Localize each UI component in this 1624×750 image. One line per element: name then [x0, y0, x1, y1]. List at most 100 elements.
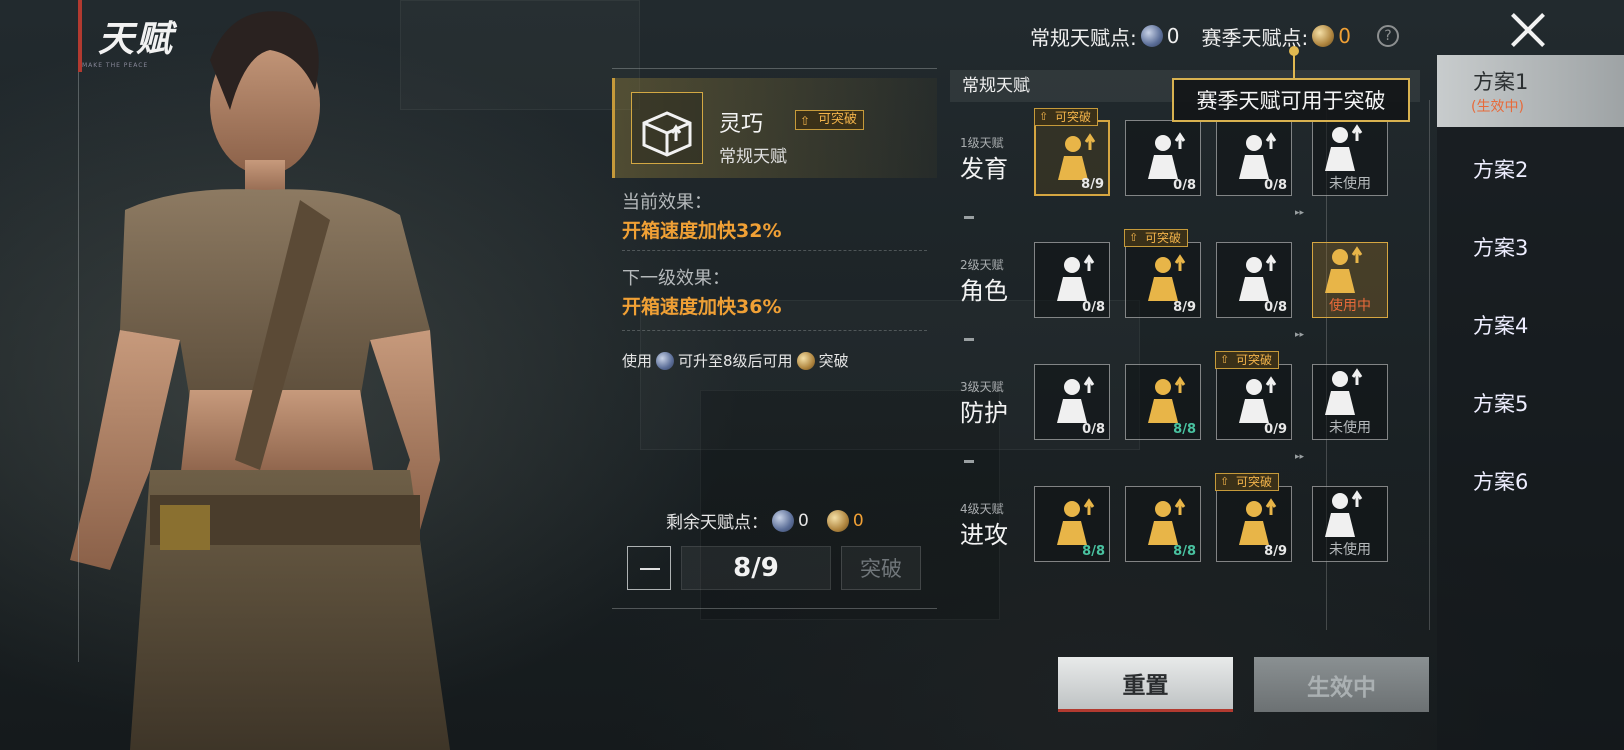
row-connector: [964, 330, 1304, 342]
talent-slot[interactable]: ⇧ 可突破 8/9: [1034, 108, 1110, 196]
talent-slot[interactable]: ⇧ 可突破 8/9: [1124, 229, 1201, 318]
row-name: 发育: [960, 155, 1008, 183]
slot-status: 未使用: [1329, 420, 1371, 436]
talent-slot[interactable]: 0/8: [1034, 364, 1110, 440]
season-points-value: 0: [1338, 24, 1351, 48]
talent-slot[interactable]: 8/8: [1125, 364, 1201, 440]
next-effect-label: 下一级效果：: [622, 268, 730, 289]
slot-count: 0/8: [1173, 178, 1196, 193]
season-coin-icon: [796, 351, 815, 370]
plan-tab-2[interactable]: 方案2: [1437, 133, 1624, 205]
breakable-tag: ⇧ 可突破: [1124, 229, 1189, 247]
remaining-label: 剩余天赋点：: [666, 513, 768, 533]
reset-button[interactable]: 重置: [1058, 657, 1233, 712]
breakable-tag: ⇧ 可突破: [1215, 473, 1280, 491]
usage-suffix: 突破: [818, 352, 849, 370]
usage-mid: 可升至8级后可用: [678, 352, 793, 370]
slot-count: 8/8: [1173, 544, 1196, 559]
plan-status: (生效中): [1471, 99, 1524, 115]
frame-line: [78, 72, 80, 662]
plan-tab-6[interactable]: 方案6: [1437, 445, 1624, 517]
slot-count: 8/9: [1081, 177, 1104, 192]
row-label: 3级天赋 防护: [960, 378, 1008, 428]
breakable-tag: ⇧ 可突破: [1215, 351, 1280, 369]
talent-row: 1级天赋 发育 ⇧ 可突破 8/9 0/8 0/8 未使用: [950, 108, 1420, 224]
slot-count: 8/9: [1173, 300, 1196, 315]
frame-line: [612, 68, 937, 69]
talent-row: 4级天赋 进攻 8/8 8/8 ⇧ 可突破 8/9 未使用: [950, 473, 1420, 590]
remaining-regular: 0: [798, 510, 809, 531]
current-effect-value: 开箱速度加快32%: [622, 220, 782, 242]
regular-points-label: 常规天赋点:: [1030, 25, 1137, 50]
slot-count: 0/9: [1264, 422, 1287, 437]
plan-tab-3[interactable]: 方案3: [1437, 211, 1624, 283]
divider: [622, 250, 927, 251]
plan-tab-5[interactable]: 方案5: [1437, 367, 1624, 439]
up-arrow-icon: ⇧: [1129, 231, 1139, 244]
breakable-tag-label: 可突破: [1145, 231, 1182, 245]
talent-points-bar: 常规天赋点: 0 赛季天赋点: 0 ?: [1030, 18, 1399, 54]
talent-slot[interactable]: 0/8: [1216, 242, 1292, 318]
talent-row: 2级天赋 角色 0/8 ⇧ 可突破 8/9 0/8 使用中: [950, 229, 1420, 346]
special-talent-slot[interactable]: 使用中: [1312, 242, 1388, 318]
remaining-points: 剩余天赋点： 0 0: [666, 508, 864, 533]
talent-name: 灵巧: [719, 112, 764, 137]
regular-coin-icon: [772, 509, 794, 532]
next-effect-value: 开箱速度加快36%: [622, 296, 782, 318]
special-talent-slot[interactable]: 未使用: [1312, 364, 1388, 440]
regular-coin-icon: [656, 351, 675, 370]
plan-tab-4[interactable]: 方案4: [1437, 289, 1624, 361]
season-coin-icon: [826, 509, 849, 532]
slot-count: 0/8: [1082, 422, 1105, 437]
current-effect-label: 当前效果：: [622, 192, 712, 213]
up-arrow-icon: ⇧: [1220, 475, 1230, 488]
level-value: 8/9: [681, 546, 831, 590]
plan-label: 方案2: [1473, 158, 1529, 182]
plan-label: 方案1: [1473, 70, 1529, 94]
talent-detail-panel: 灵巧 ⇧ 可突破 常规天赋 当前效果： 开箱速度加快32% 下一级效果： 开箱速…: [612, 68, 937, 609]
talent-slot[interactable]: 8/8: [1034, 486, 1110, 562]
row-name: 进攻: [960, 521, 1008, 549]
special-talent-slot[interactable]: 未使用: [1312, 486, 1388, 562]
close-icon[interactable]: [1508, 10, 1548, 50]
page-title: 天赋: [98, 19, 175, 60]
talent-slot[interactable]: 8/8: [1125, 486, 1201, 562]
up-arrow-icon: ⇧: [1220, 353, 1230, 366]
slot-count: 8/8: [1082, 544, 1105, 559]
up-arrow-icon: ⇧: [800, 114, 811, 128]
plan-label: 方案5: [1473, 392, 1529, 416]
talent-slot[interactable]: 0/8: [1125, 120, 1201, 196]
breakable-tag-label: 可突破: [1236, 353, 1273, 367]
talent-slot[interactable]: ⇧ 可突破 8/9: [1215, 473, 1292, 562]
row-connector: [964, 452, 1304, 464]
talent-type: 常规天赋: [719, 147, 787, 167]
slot-count: 0/8: [1264, 178, 1287, 193]
breakable-tag: ⇧ 可突破: [1034, 108, 1099, 126]
talent-slot[interactable]: 0/8: [1034, 242, 1110, 318]
plan-tab-1[interactable]: 方案1 (生效中): [1437, 55, 1624, 127]
talent-screen: 天赋 MAKE THE PEACE 常规天赋点: 0 赛季天赋点: 0 ? 方案…: [0, 0, 1624, 750]
usage-hint: 使用 可升至8级后可用 突破: [622, 350, 849, 371]
row-label: 1级天赋 发育: [960, 134, 1008, 184]
plan-list: 方案1 (生效中) 方案2 方案3 方案4 方案5 方案6: [1437, 55, 1624, 750]
apply-button[interactable]: 生效中: [1254, 657, 1429, 712]
special-talent-slot[interactable]: 未使用: [1312, 120, 1388, 196]
usage-prefix: 使用: [622, 352, 653, 370]
plan-label: 方案3: [1473, 236, 1529, 260]
character-illustration: [70, 11, 450, 750]
help-icon[interactable]: ?: [1376, 25, 1399, 47]
talent-detail-header: 灵巧 ⇧ 可突破 常规天赋: [612, 78, 937, 178]
breakable-tag-label: 可突破: [818, 112, 858, 127]
talent-slot[interactable]: ⇧ 可突破 0/9: [1215, 351, 1292, 440]
row-name: 角色: [960, 277, 1008, 305]
breakable-tag: ⇧ 可突破: [795, 110, 865, 130]
up-arrow-icon: ⇧: [1039, 110, 1049, 123]
break-button[interactable]: 突破: [841, 546, 921, 590]
slot-count: 8/8: [1173, 422, 1196, 437]
talent-grid: 常规天赋 1级天赋发育⇧可突破8/90/80/8未使用2级天赋角色0/8⇧可突破…: [950, 70, 1430, 630]
minus-button[interactable]: [627, 546, 671, 590]
regular-coin-icon: [1140, 25, 1163, 47]
level-stepper: 8/9 突破: [627, 546, 927, 590]
remaining-season: 0: [852, 510, 864, 531]
talent-slot[interactable]: 0/8: [1216, 120, 1292, 196]
